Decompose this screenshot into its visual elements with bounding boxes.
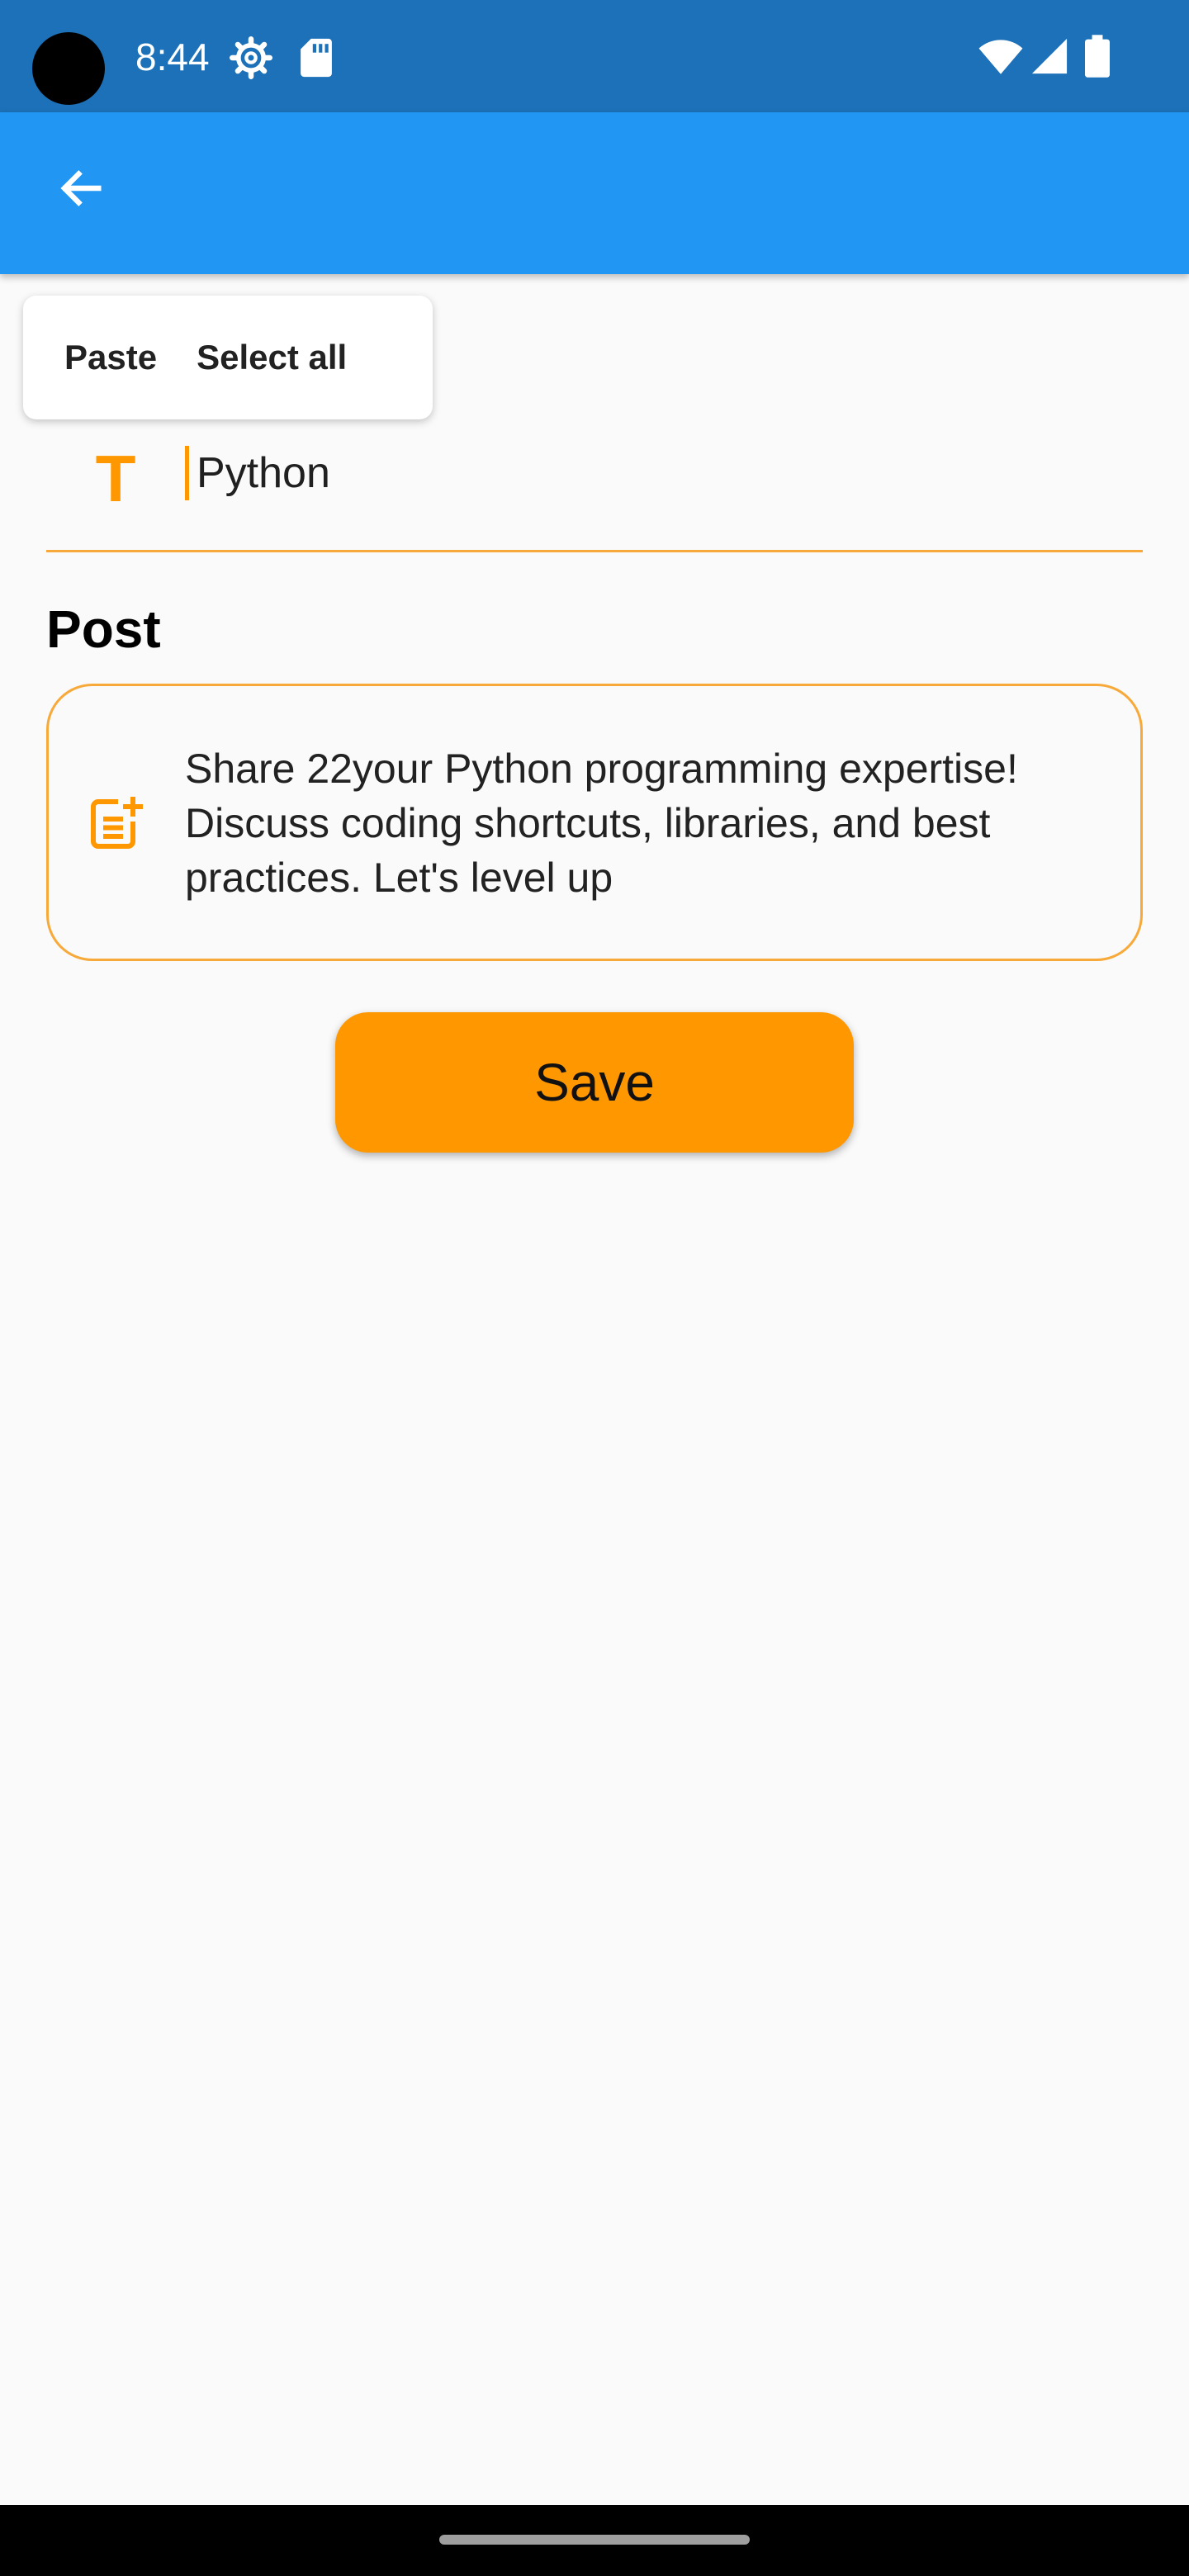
back-button[interactable] bbox=[41, 149, 121, 228]
paste-menu-item[interactable]: Paste bbox=[23, 296, 177, 419]
arrow-left-icon bbox=[60, 170, 102, 206]
status-bar: 8:44 bbox=[0, 0, 1189, 112]
signal-icon bbox=[1031, 38, 1068, 74]
wifi-icon bbox=[978, 40, 1023, 74]
status-time: 8:44 bbox=[135, 36, 210, 78]
text-cursor bbox=[185, 446, 189, 500]
post-input-value[interactable]: Share 22your Python programming expertis… bbox=[185, 741, 1110, 905]
post-add-icon bbox=[91, 797, 143, 849]
title-icon: T bbox=[95, 442, 136, 515]
sd-card-icon bbox=[301, 38, 332, 78]
home-gesture-handle[interactable] bbox=[439, 2535, 750, 2545]
select-all-menu-item[interactable]: Select all bbox=[177, 296, 367, 419]
app-bar bbox=[0, 112, 1189, 274]
text-selection-menu: Paste Select all bbox=[23, 296, 433, 419]
battery-icon bbox=[1085, 35, 1110, 78]
title-input-value[interactable]: Python bbox=[197, 446, 330, 500]
post-label: Post bbox=[46, 599, 161, 659]
gear-icon bbox=[230, 36, 272, 79]
camera-cutout bbox=[32, 32, 105, 105]
save-button[interactable]: Save bbox=[335, 1012, 854, 1153]
